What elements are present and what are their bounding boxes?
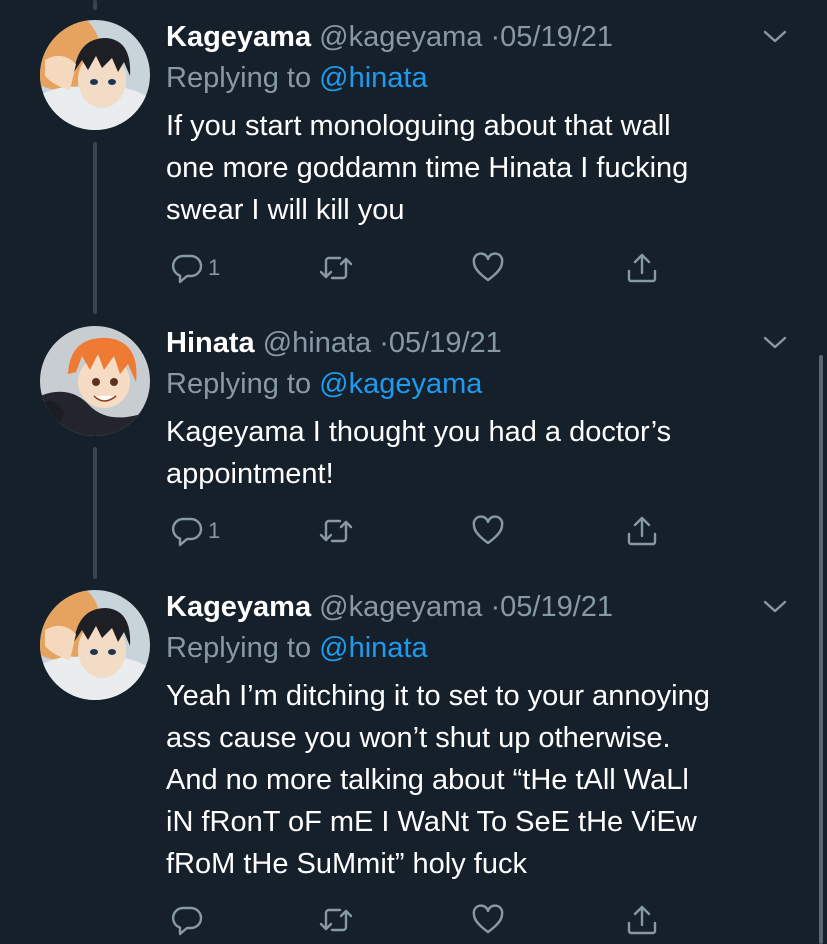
tweet-text-line: And no more talking about “tHe tAll WaLl	[166, 764, 689, 796]
like-button[interactable]	[471, 902, 505, 938]
tweet-text: If you start monologuing about that wall…	[166, 105, 787, 231]
share-icon	[627, 516, 657, 546]
tweet-header: Kageyama @kageyama ·05/19/21	[166, 20, 787, 54]
tweet-text-line: Kageyama I thought you had a doctor’s	[166, 416, 672, 448]
share-button[interactable]	[625, 513, 659, 549]
user-handle[interactable]: @kageyama	[319, 591, 482, 623]
tweet-text-line: ass cause you won’t shut up otherwise.	[166, 722, 671, 754]
tweet-date[interactable]: 05/19/21	[500, 21, 613, 53]
replying-to-label: Replying to	[166, 632, 320, 664]
tweet-text-line: appointment!	[166, 458, 334, 490]
tweet-text-line: fRoM tHe SuMmit” holy fuck	[166, 848, 527, 880]
tweet-actions: 1	[166, 250, 666, 286]
reply-button[interactable]: 1	[170, 250, 220, 286]
share-icon	[627, 253, 657, 283]
share-button[interactable]	[625, 250, 659, 286]
reply-button[interactable]: 1	[170, 513, 220, 549]
tweet-date[interactable]: 05/19/21	[500, 591, 613, 623]
heart-icon	[472, 252, 504, 282]
tweet-text-line: iN fRonT oF mE I WaNt To SeE tHe ViEw	[166, 806, 697, 838]
separator-dot: ·	[490, 21, 501, 53]
mention-link[interactable]: @kageyama	[319, 368, 482, 400]
reply-icon	[171, 254, 203, 284]
avatar-kageyama[interactable]	[40, 590, 150, 700]
replying-to: Replying to @hinata	[166, 631, 787, 665]
tweet-text-line: swear I will kill you	[166, 194, 405, 226]
replying-to: Replying to @kageyama	[166, 367, 787, 401]
avatar-hinata[interactable]	[40, 326, 150, 436]
heart-icon	[472, 515, 504, 545]
share-icon	[627, 905, 657, 935]
separator-dot: ·	[490, 591, 501, 623]
reply-button[interactable]	[170, 902, 208, 938]
share-button[interactable]	[625, 902, 659, 938]
retweet-button[interactable]	[316, 250, 356, 286]
mention-link[interactable]: @hinata	[319, 632, 427, 664]
chevron-down-icon[interactable]	[761, 22, 789, 50]
tweet-text-line: one more goddamn time Hinata I fucking	[166, 152, 689, 184]
retweet-icon	[319, 519, 353, 543]
thread-line-1	[93, 142, 97, 314]
scrollbar[interactable]	[819, 355, 823, 944]
retweet-icon	[319, 256, 353, 280]
like-button[interactable]	[471, 250, 505, 286]
display-name[interactable]: Kageyama	[166, 591, 311, 623]
tweet-text: Kageyama I thought you had a doctor’s ap…	[166, 411, 787, 495]
reply-count: 1	[208, 518, 221, 543]
avatar-kageyama[interactable]	[40, 20, 150, 130]
display-name[interactable]: Kageyama	[166, 21, 311, 53]
user-handle[interactable]: @kageyama	[319, 21, 482, 53]
reply-icon	[171, 906, 203, 936]
tweet-thread: Kageyama @kageyama ·05/19/21 Replying to…	[0, 0, 827, 944]
mention-link[interactable]: @hinata	[319, 62, 427, 94]
replying-to-label: Replying to	[166, 62, 320, 94]
replying-to-label: Replying to	[166, 368, 320, 400]
retweet-icon	[319, 908, 353, 932]
retweet-button[interactable]	[316, 902, 356, 938]
heart-icon	[472, 904, 504, 934]
tweet-actions	[166, 902, 666, 938]
reply-icon	[171, 517, 203, 547]
separator-dot: ·	[379, 327, 389, 359]
like-button[interactable]	[471, 513, 505, 549]
tweet-text-line: If you start monologuing about that wall	[166, 110, 671, 142]
thread-line-2	[93, 447, 97, 579]
display-name[interactable]: Hinata	[166, 327, 255, 359]
chevron-down-icon[interactable]	[761, 328, 789, 356]
tweet-actions: 1	[166, 513, 666, 549]
chevron-down-icon[interactable]	[761, 592, 789, 620]
user-handle[interactable]: @hinata	[263, 327, 371, 359]
tweet-date[interactable]: 05/19/21	[389, 327, 502, 359]
reply-count: 1	[208, 255, 221, 280]
thread-line-top	[93, 0, 97, 10]
tweet-header: Hinata @hinata ·05/19/21	[166, 326, 787, 360]
tweet-text-line: Yeah I’m ditching it to set to your anno…	[166, 680, 710, 712]
tweet-header: Kageyama @kageyama ·05/19/21	[166, 590, 787, 624]
retweet-button[interactable]	[316, 513, 356, 549]
replying-to: Replying to @hinata	[166, 61, 787, 95]
tweet-text: Yeah I’m ditching it to set to your anno…	[166, 675, 787, 885]
